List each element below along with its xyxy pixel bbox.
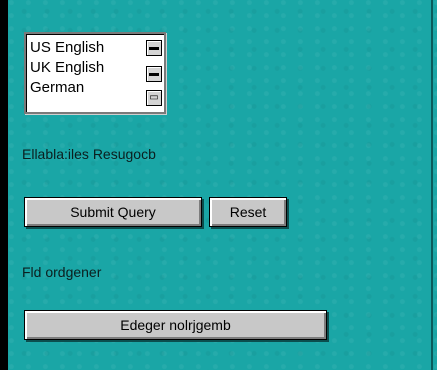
list-item[interactable]: US English <box>30 38 140 58</box>
list-item[interactable]: UK English <box>30 58 140 78</box>
language-listbox[interactable]: US English UK English German ▬ ▬ ▭ <box>24 32 166 114</box>
list-item[interactable]: German <box>30 78 140 98</box>
submit-query-button[interactable]: Submit Query <box>24 197 202 227</box>
scroll-thumb[interactable]: ▬ <box>146 66 162 82</box>
field-label: Ellabla:iles Resugocb <box>22 146 156 162</box>
panel-edge <box>431 0 433 370</box>
action-button[interactable]: Edeger nolrjgemb <box>24 310 327 340</box>
window-edge <box>0 0 8 370</box>
language-list: US English UK English German <box>30 38 140 98</box>
scroll-up-icon[interactable]: ▬ <box>146 40 162 56</box>
listbox-scrollbar[interactable]: ▬ ▬ ▭ <box>146 38 162 110</box>
section-label: Fld ordgener <box>22 264 102 280</box>
reset-button[interactable]: Reset <box>209 197 287 227</box>
scroll-down-icon[interactable]: ▭ <box>146 90 162 106</box>
